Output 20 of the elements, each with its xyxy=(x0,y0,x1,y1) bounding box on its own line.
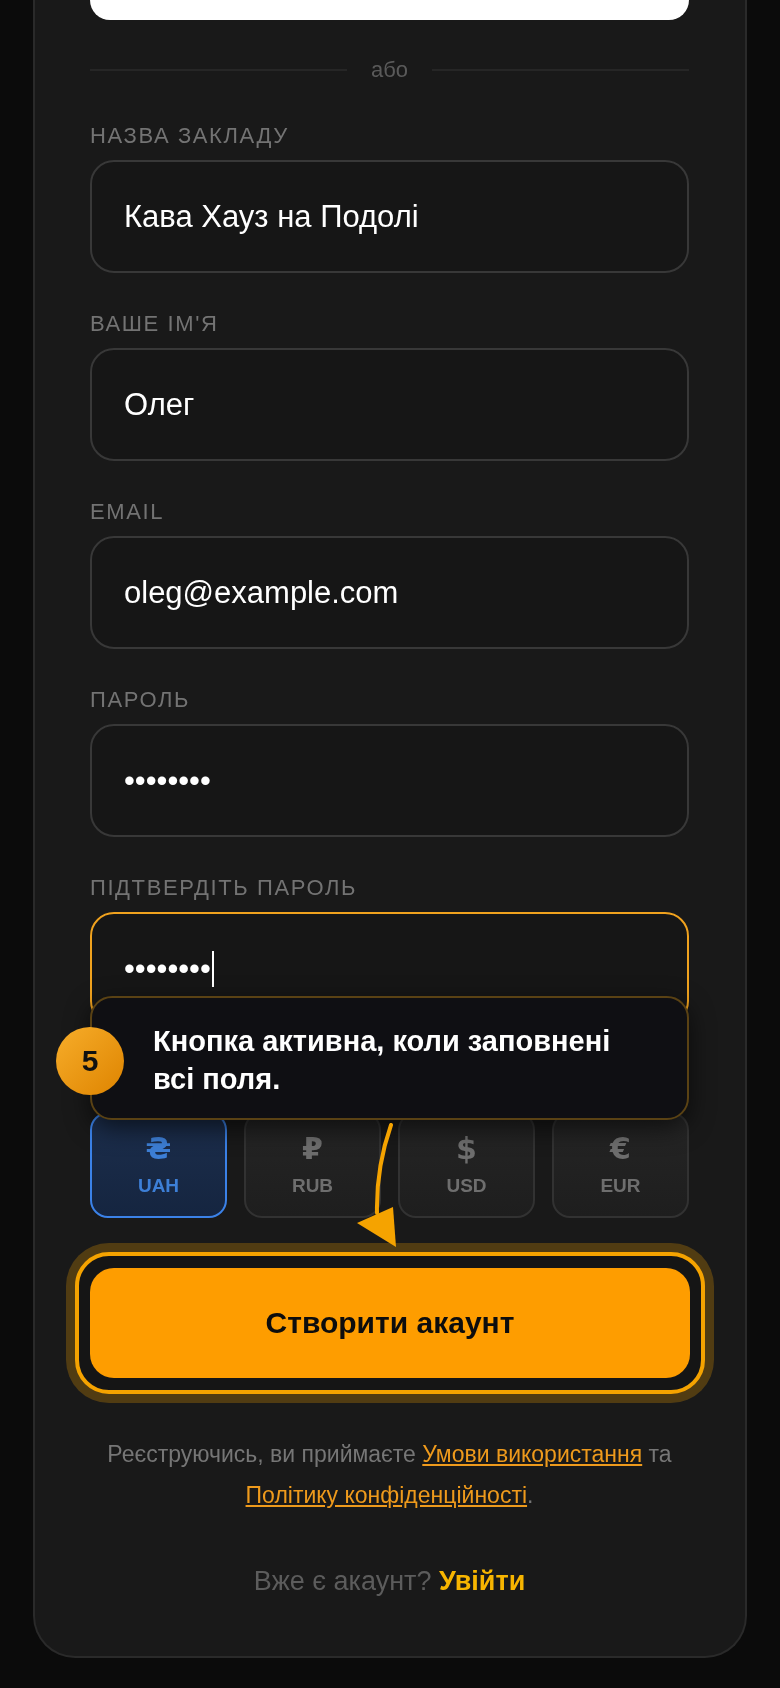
input-field[interactable]: Кава Хауз на Подолі xyxy=(90,160,689,273)
cut-off-button[interactable] xyxy=(90,0,689,20)
login-prompt: Вже є акаунт? xyxy=(253,1566,432,1596)
privacy-link[interactable]: Політику конфіденційності xyxy=(245,1482,528,1508)
divider-text: або xyxy=(369,56,410,84)
field-label: ПАРОЛЬ xyxy=(90,688,192,712)
field-label: ПІДТВЕРДІТЬ ПАРОЛЬ xyxy=(90,876,359,900)
input-field[interactable]: Олег xyxy=(90,348,689,461)
field-label: НАЗВА ЗАКЛАДУ xyxy=(90,124,290,148)
terms-link[interactable]: Умови використання xyxy=(422,1441,643,1467)
input-field[interactable]: •••••••• xyxy=(90,724,689,837)
terms-text: Реєструючись, ви приймаєте Умови використання та Політику конфіденційності. xyxy=(106,1440,673,1510)
input-field[interactable]: oleg@example.com xyxy=(90,536,689,649)
field-label: ВАШЕ ІМ'Я xyxy=(90,312,220,336)
step-badge: 5 xyxy=(56,1027,124,1095)
field-label: EMAIL xyxy=(90,500,166,524)
login-link[interactable]: Увійти xyxy=(439,1566,526,1596)
create-account-button[interactable]: Створити акаунт xyxy=(90,1268,690,1378)
tooltip-text: Кнопка активна, коли заповнені всі поля. xyxy=(153,1024,612,1097)
text-cursor-icon xyxy=(211,950,214,987)
